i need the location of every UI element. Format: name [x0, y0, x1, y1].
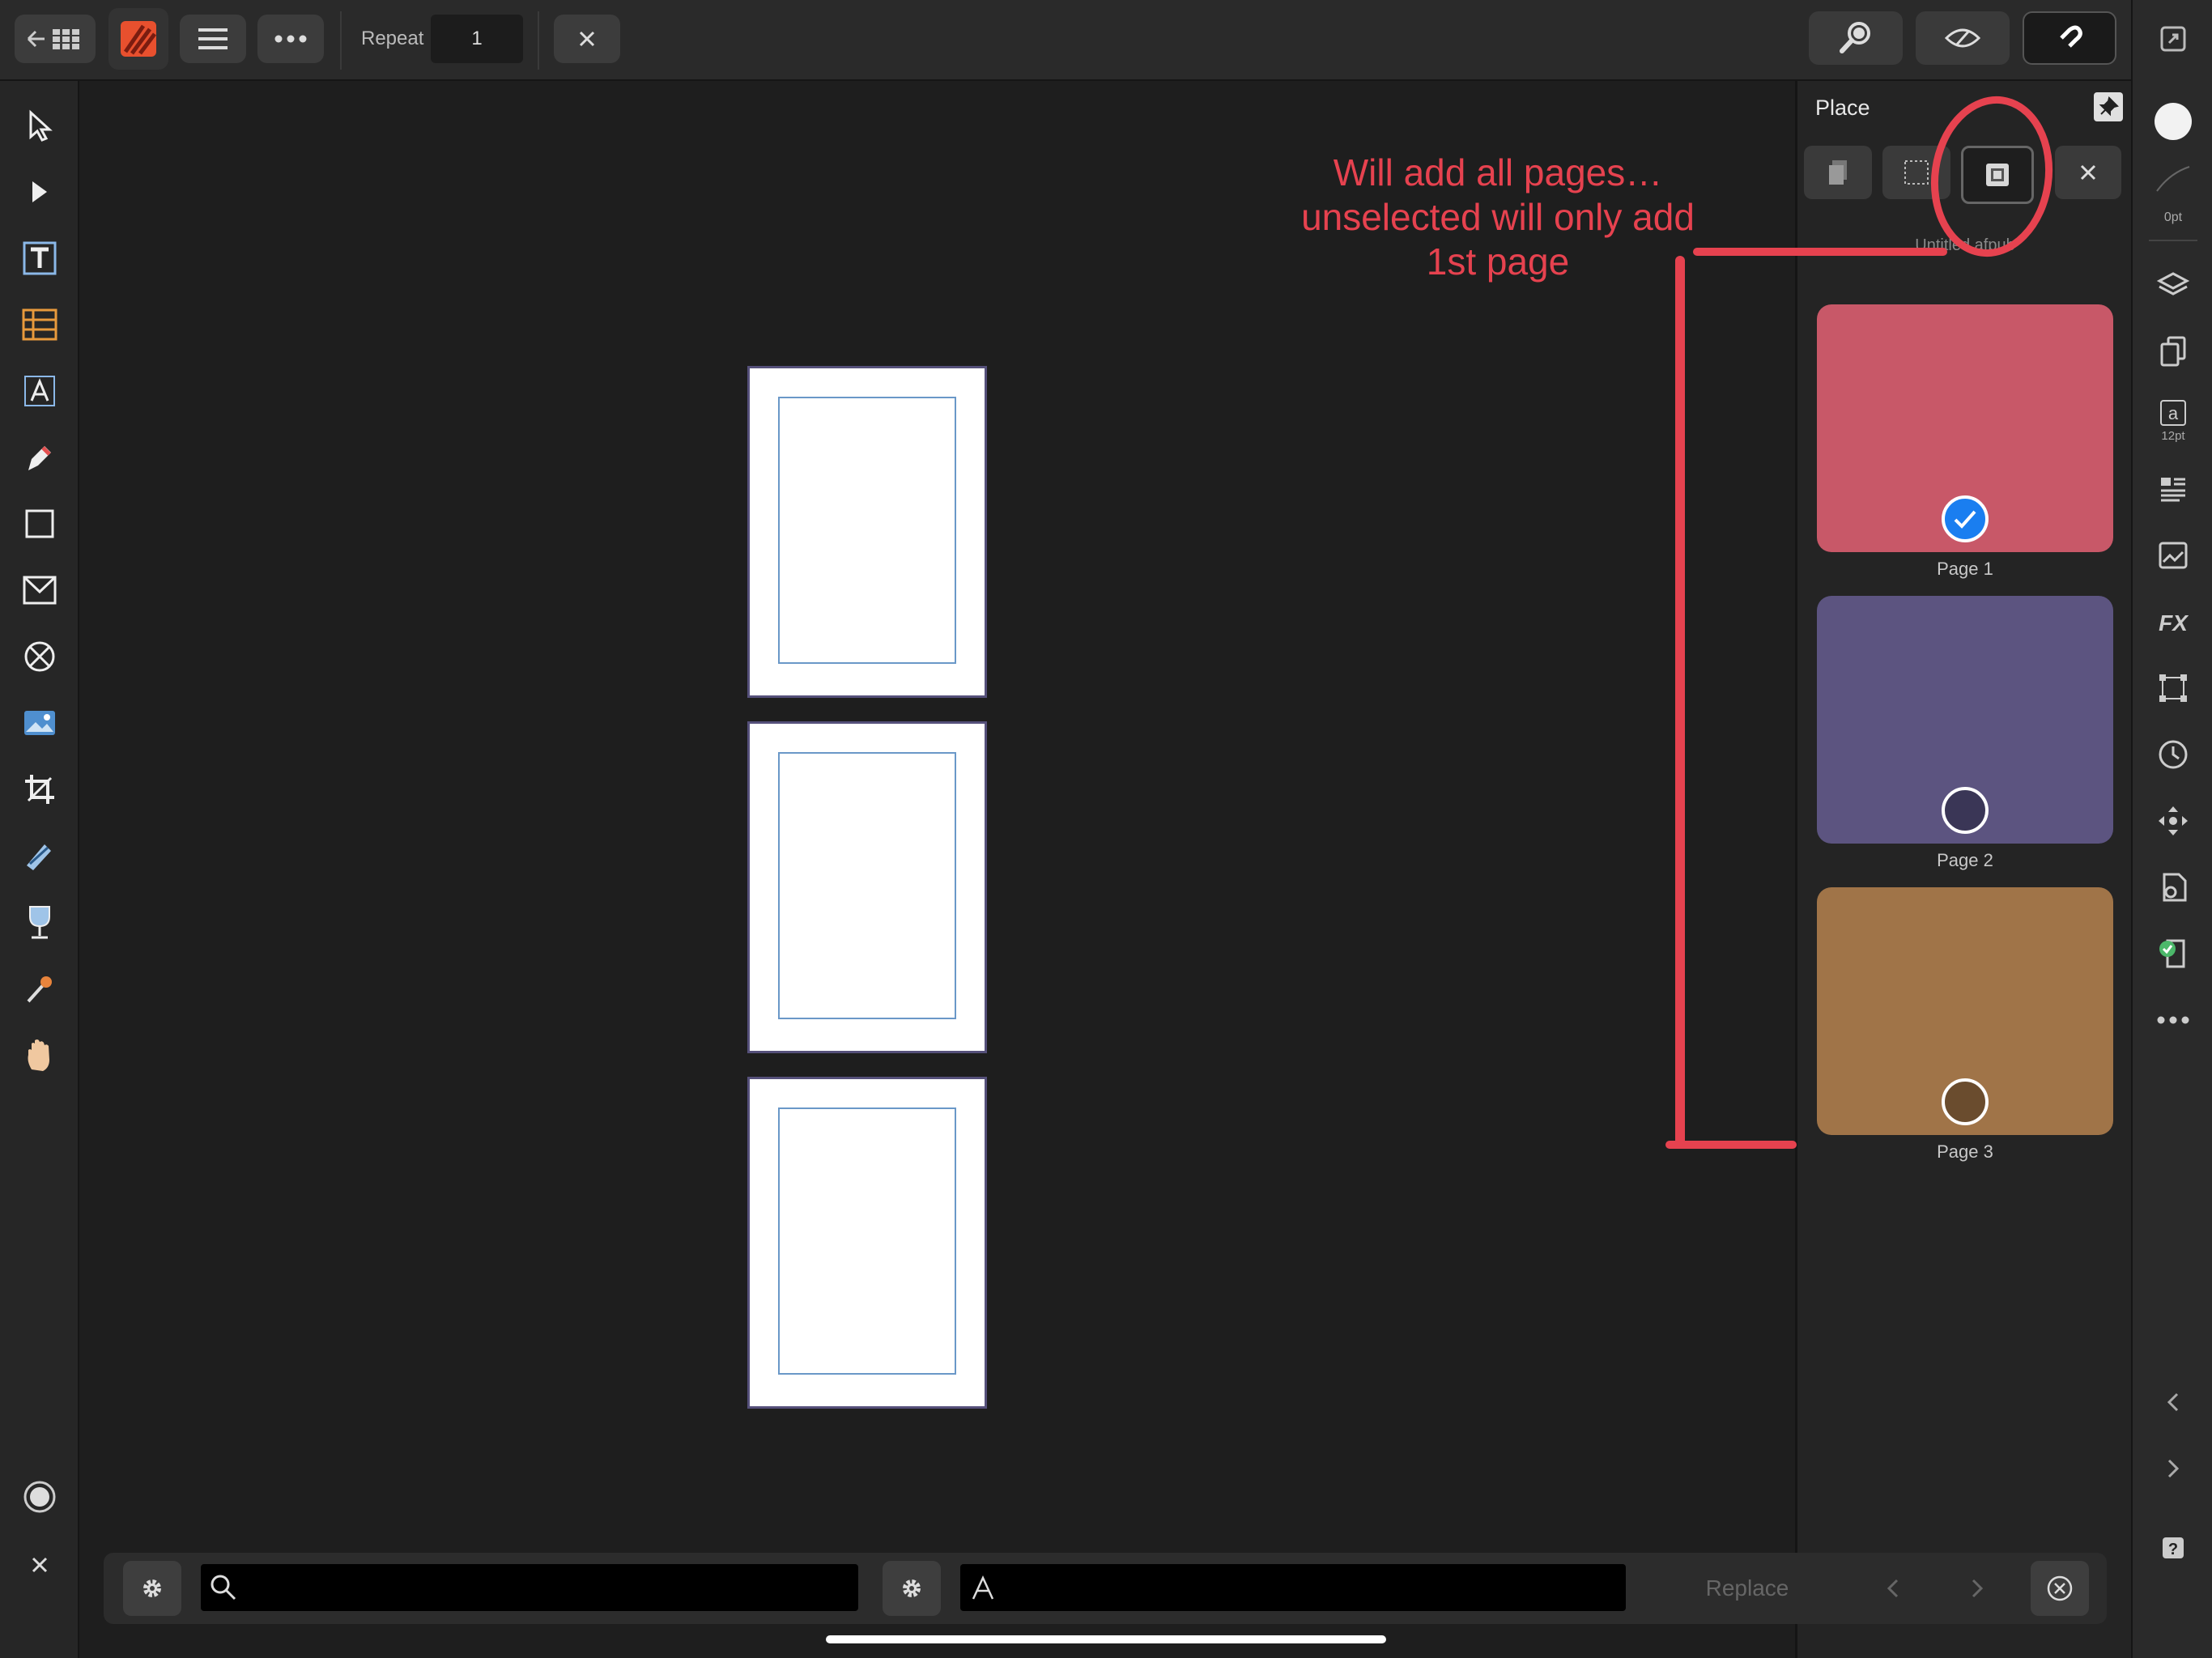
annotation-overlay — [1665, 96, 2053, 1149]
annotation-circle — [1930, 96, 2053, 257]
annotation-line-3: 1st page — [1426, 240, 1570, 283]
home-indicator[interactable] — [826, 1635, 1386, 1643]
annotation-text: Will add all pages… unselected will only… — [1263, 151, 1733, 284]
annotation-line-1: Will add all pages… — [1333, 151, 1663, 193]
annotation-line-2: unselected will only add — [1301, 196, 1695, 238]
